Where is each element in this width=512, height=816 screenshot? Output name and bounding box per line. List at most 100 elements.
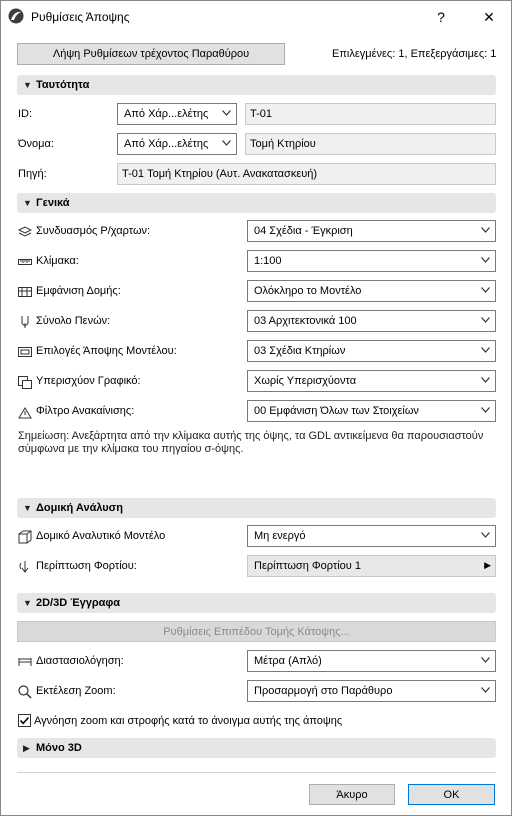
expanded-triangle-icon: ▼ (23, 80, 32, 90)
renovation-filter-dropdown[interactable]: 00 Εμφάνιση Όλων των Στοιχείων (247, 400, 496, 422)
id-label: ID: (18, 108, 33, 120)
triangle-right-icon: ▶ (484, 560, 491, 570)
only-3d-section-title: Μόνο 3D (36, 742, 82, 754)
graphic-override-dropdown[interactable]: Χωρίς Υπερισχύοντα (247, 370, 496, 392)
model-view-options-dropdown[interactable]: 03 Σχέδια Κτηρίων (247, 340, 496, 362)
graphic-override-label: Υπερισχύον Γραφικό: (36, 375, 141, 387)
archicad-logo-icon (8, 8, 24, 24)
chevron-down-icon (222, 110, 231, 116)
name-value: Τομή Κτηρίου (250, 138, 316, 150)
close-button[interactable]: ✕ (469, 2, 509, 32)
pen-set-label: Σύνολο Πενών: (36, 315, 111, 327)
source-label: Πηγή: (18, 168, 47, 180)
ok-button[interactable]: OK (408, 784, 495, 805)
id-source-value: Από Χάρ...ελέτης (124, 108, 209, 120)
structure-display-dropdown[interactable]: Ολόκληρο το Μοντέλο (247, 280, 496, 302)
dimensioning-dropdown[interactable]: Μέτρα (Απλό) (247, 650, 496, 672)
dimensioning-icon (18, 658, 32, 666)
pen-set-value: 03 Αρχιτεκτονικά 100 (254, 315, 357, 327)
structural-model-dropdown[interactable]: Μη ενεργό (247, 525, 496, 547)
chevron-down-icon (481, 317, 490, 323)
scale-dropdown[interactable]: 1:100 (247, 250, 496, 272)
zoom-magnifier-icon (18, 685, 32, 699)
documents-2d3d-section-header[interactable]: ▼ 2D/3D Έγγραφα (17, 593, 496, 613)
scale-value: 1:100 (254, 255, 282, 267)
load-case-value: Περίπτωση Φορτίου 1 (254, 560, 361, 572)
structural-model-icon (18, 530, 32, 544)
chevron-down-icon (481, 377, 490, 383)
selection-status: Επιλεγμένες: 1, Επεξεργάσιμες: 1 (332, 48, 497, 60)
model-view-options-label: Επιλογές Άποψης Μοντέλου: (36, 345, 177, 357)
general-section-header[interactable]: ▼ Γενικά (17, 193, 496, 213)
collapsed-triangle-icon: ▶ (23, 743, 30, 753)
renovation-filter-icon (18, 407, 32, 419)
chevron-down-icon (481, 257, 490, 263)
ignore-zoom-label[interactable]: Αγνόηση zoom και στροφής κατά το άνοιγμα… (34, 715, 342, 727)
structural-model-value: Μη ενεργό (254, 530, 306, 542)
zoom-dropdown[interactable]: Προσαρμογή στο Παράθυρο (247, 680, 496, 702)
identity-section-title: Ταυτότητα (36, 79, 90, 91)
chevron-down-icon (481, 227, 490, 233)
chevron-down-icon (481, 347, 490, 353)
pen-set-dropdown[interactable]: 03 Αρχιτεκτονικά 100 (247, 310, 496, 332)
renovation-filter-label: Φίλτρο Ανακαίνισης: (36, 405, 135, 417)
get-current-window-settings-button[interactable]: Λήψη Ρυθμίσεων τρέχοντος Παραθύρου (17, 43, 285, 65)
load-case-icon (19, 561, 29, 573)
chevron-down-icon (222, 140, 231, 146)
chevron-down-icon (481, 407, 490, 413)
footer-divider (17, 772, 496, 773)
chevron-down-icon (481, 657, 490, 663)
name-field[interactable]: Τομή Κτηρίου (245, 133, 496, 155)
dimensioning-label: Διαστασιολόγηση: (36, 655, 124, 667)
graphic-override-icon (18, 376, 32, 389)
name-label: Όνομα: (18, 138, 54, 150)
id-value: T-01 (250, 108, 273, 120)
structural-analysis-section-title: Δομική Ανάλυση (36, 502, 123, 514)
chevron-down-icon (481, 532, 490, 538)
id-source-dropdown[interactable]: Από Χάρ...ελέτης (117, 103, 237, 125)
layer-combination-label: Συνδυασμός Ρ/χαρτων: (36, 225, 151, 237)
documents-2d3d-section-title: 2D/3D Έγγραφα (36, 597, 121, 609)
floor-plan-cut-plane-settings-button[interactable]: Ρυθμίσεις Επιπέδου Τομής Κάτοψης... (17, 621, 496, 642)
ignore-zoom-checkbox[interactable] (18, 714, 31, 727)
identity-section-header[interactable]: ▼ Ταυτότητα (17, 75, 496, 95)
expanded-triangle-icon: ▼ (23, 598, 32, 608)
model-view-options-value: 03 Σχέδια Κτηρίων (254, 345, 346, 357)
model-view-options-icon (18, 347, 32, 357)
view-settings-dialog: Ρυθμίσεις Άποψης ? ✕ Λήψη Ρυθμίσεων τρέχ… (0, 0, 512, 816)
source-field: T-01 Τομή Κτηρίου (Αυτ. Ανακατασκευή) (117, 163, 496, 185)
title-bar: Ρυθμίσεις Άποψης ? ✕ (1, 1, 511, 32)
window-title: Ρυθμίσεις Άποψης (31, 10, 130, 24)
name-source-dropdown[interactable]: Από Χάρ...ελέτης (117, 133, 237, 155)
ruler-icon (18, 259, 32, 265)
structure-display-icon (18, 287, 32, 297)
expanded-triangle-icon: ▼ (23, 503, 32, 513)
structure-display-value: Ολόκληρο το Μοντέλο (254, 285, 362, 297)
chevron-down-icon (481, 687, 490, 693)
layer-combination-dropdown[interactable]: 04 Σχέδια - Έγκριση (247, 220, 496, 242)
zoom-value: Προσαρμογή στο Παράθυρο (254, 685, 393, 697)
layers-icon (18, 226, 32, 237)
expanded-triangle-icon: ▼ (23, 198, 32, 208)
structural-analysis-section-header[interactable]: ▼ Δομική Ανάλυση (17, 498, 496, 518)
name-source-value: Από Χάρ...ελέτης (124, 138, 209, 150)
renovation-filter-value: 00 Εμφάνιση Όλων των Στοιχείων (254, 405, 419, 417)
load-case-label: Περίπτωση Φορτίου: (36, 560, 137, 572)
scale-label: Κλίμακα: (36, 255, 79, 267)
graphic-override-value: Χωρίς Υπερισχύοντα (254, 375, 357, 387)
structural-model-label: Δομικό Αναλυτικό Μοντέλο (36, 530, 166, 542)
load-case-selector[interactable]: Περίπτωση Φορτίου 1 ▶ (247, 555, 496, 577)
structure-display-label: Εμφάνιση Δομής: (36, 285, 121, 297)
only-3d-section-header[interactable]: ▶ Μόνο 3D (17, 738, 496, 758)
help-button[interactable]: ? (421, 2, 461, 32)
pen-set-icon (21, 316, 29, 328)
id-field[interactable]: T-01 (245, 103, 496, 125)
dimensioning-value: Μέτρα (Απλό) (254, 655, 322, 667)
source-value: T-01 Τομή Κτηρίου (Αυτ. Ανακατασκευή) (122, 168, 318, 180)
zoom-label: Εκτέλεση Zoom: (36, 685, 116, 697)
cancel-button[interactable]: Άκυρο (309, 784, 395, 805)
general-section-title: Γενικά (36, 197, 70, 209)
layer-combination-value: 04 Σχέδια - Έγκριση (254, 225, 353, 237)
gdl-scale-note: Σημείωση: Ανεξάρτητα από την κλίμακα αυτ… (18, 430, 484, 455)
chevron-down-icon (481, 287, 490, 293)
